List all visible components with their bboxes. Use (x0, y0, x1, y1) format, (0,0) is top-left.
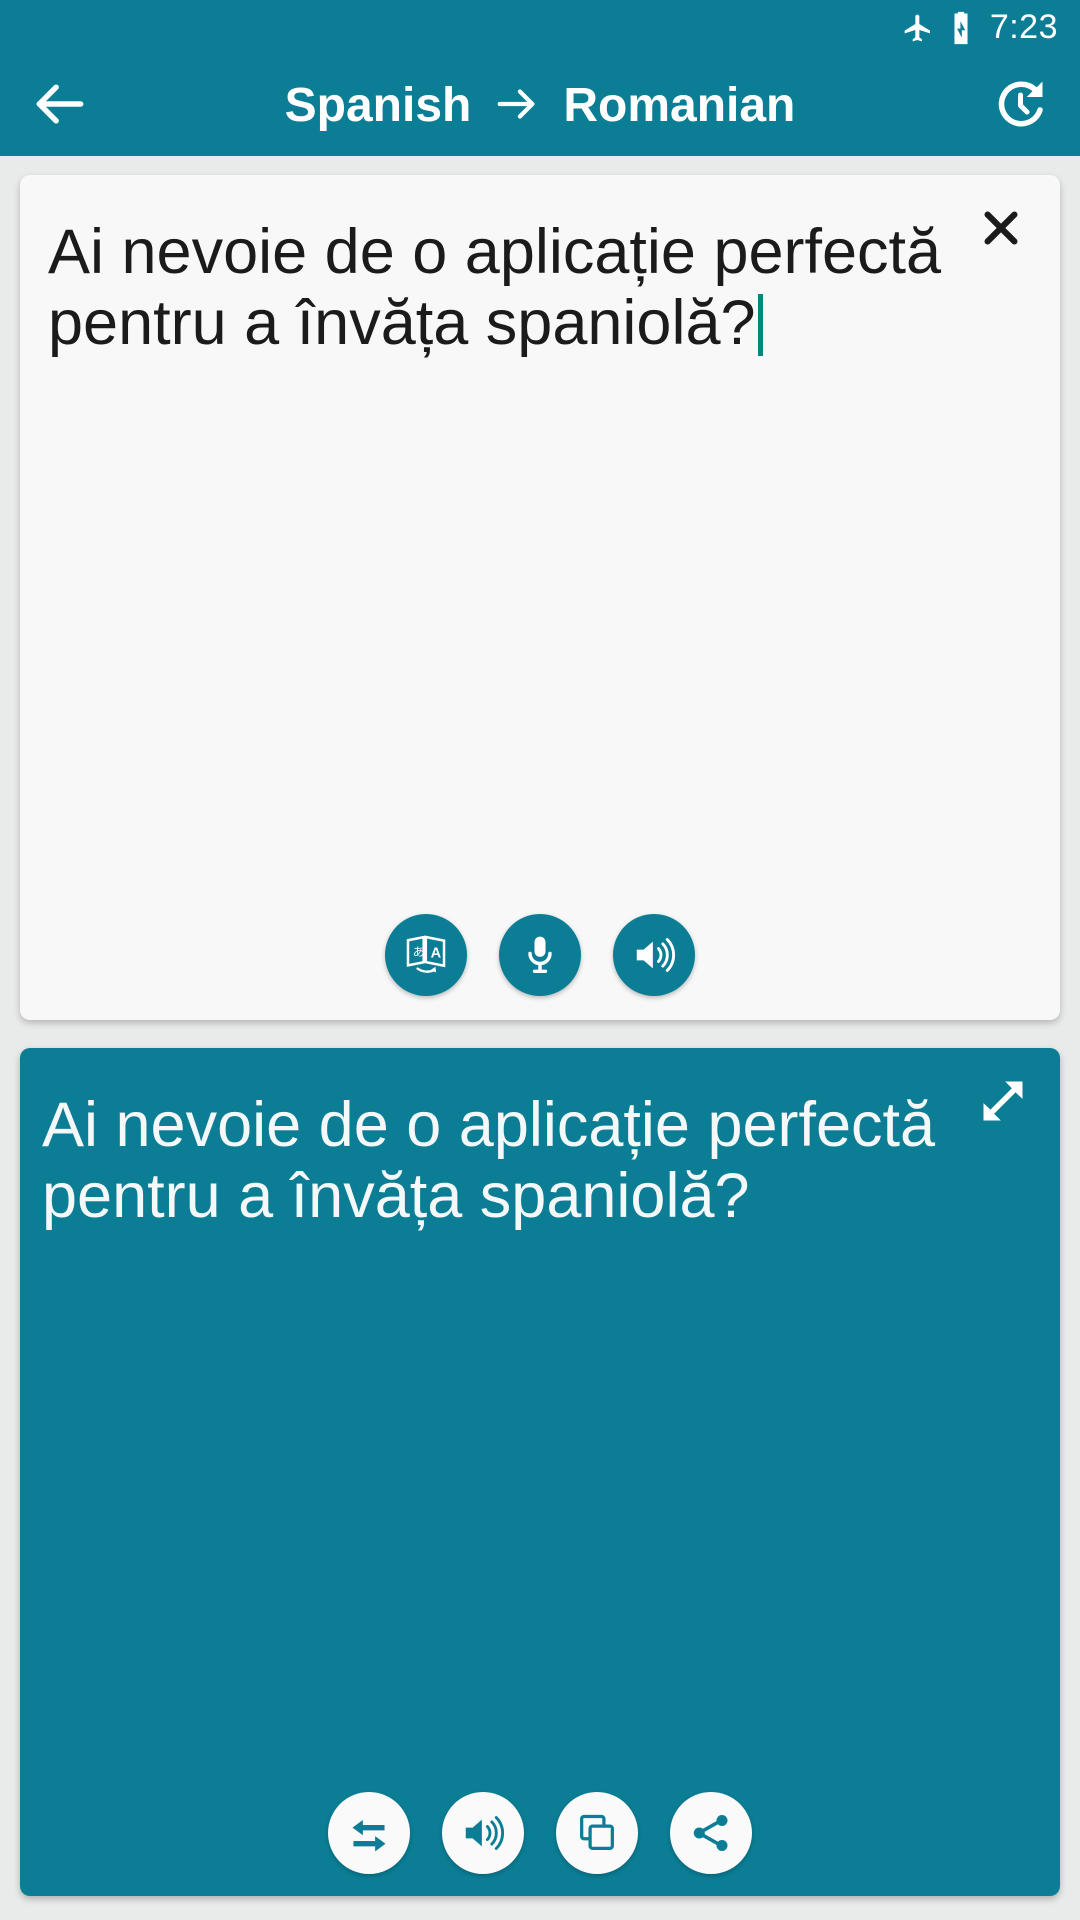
status-bar: 7:23 (0, 0, 1080, 56)
back-arrow-icon (29, 73, 91, 140)
text-caret (757, 293, 763, 356)
source-text-value: Ai nevoie de o aplicație perfectă pentru… (48, 217, 959, 358)
expand-icon (977, 1075, 1029, 1132)
svg-text:A: A (431, 945, 442, 961)
source-language-label: Spanish (284, 79, 472, 132)
translate-button[interactable]: あ A (385, 914, 467, 996)
history-button[interactable] (960, 56, 1080, 156)
airplane-mode-icon (902, 12, 934, 44)
svg-text:あ: あ (413, 945, 425, 959)
battery-charging-icon (948, 11, 974, 45)
swap-languages-button[interactable] (328, 1792, 410, 1874)
target-language-label: Romanian (563, 79, 796, 132)
share-button[interactable] (670, 1792, 752, 1874)
translation-action-bar (20, 1792, 1060, 1874)
source-text-card[interactable]: Ai nevoie de o aplicație perfectă pentru… (20, 175, 1060, 1020)
back-button[interactable] (0, 56, 120, 156)
speak-translation-button[interactable] (442, 1792, 524, 1874)
app-bar: Spanish Romanian (0, 56, 1080, 156)
direction-arrow-icon (491, 81, 543, 132)
speak-source-button[interactable] (613, 914, 695, 996)
close-icon (978, 205, 1024, 256)
expand-button[interactable] (964, 1064, 1042, 1142)
translated-text: Ai nevoie de o aplicație perfectă pentru… (42, 1090, 953, 1231)
clear-text-button[interactable] (962, 191, 1040, 269)
microphone-button[interactable] (499, 914, 581, 996)
language-pair-title[interactable]: Spanish Romanian (120, 56, 960, 156)
copy-button[interactable] (556, 1792, 638, 1874)
status-bar-clock: 7:23 (989, 8, 1058, 46)
history-icon (990, 74, 1050, 139)
source-action-bar: あ A (20, 914, 1060, 996)
translation-card[interactable]: Ai nevoie de o aplicație perfectă pentru… (20, 1048, 1060, 1896)
